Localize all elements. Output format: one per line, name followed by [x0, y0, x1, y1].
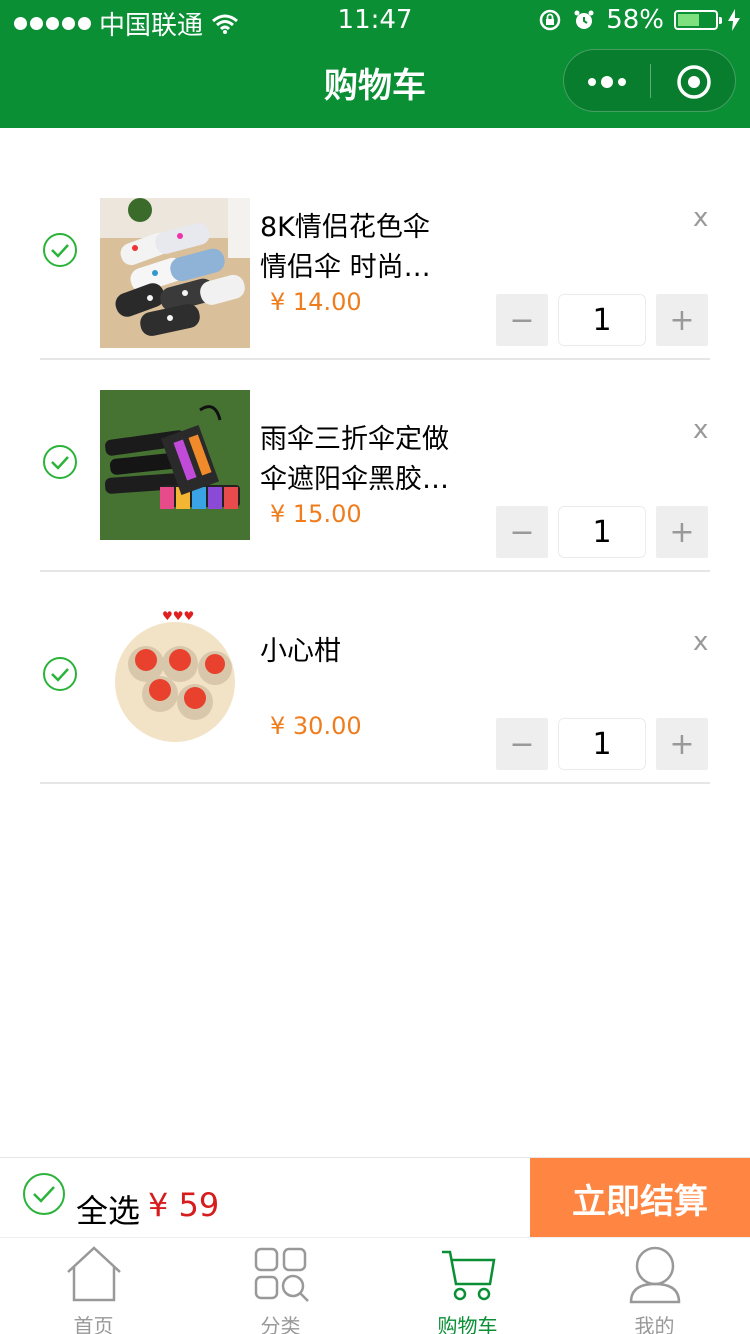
tab-label: 购物车: [437, 1314, 498, 1334]
more-button[interactable]: [564, 50, 650, 113]
increase-button[interactable]: +: [656, 718, 708, 770]
decrease-button[interactable]: −: [496, 506, 548, 558]
tab-home[interactable]: 首页: [0, 1238, 187, 1334]
product-price: ¥ 30.00: [270, 712, 362, 740]
quantity-stepper: − 1 +: [496, 294, 708, 346]
select-all-label[interactable]: 全选: [76, 1186, 140, 1232]
target-close-icon: [677, 64, 711, 99]
tab-bar: 首页 分类 购物车 我的: [0, 1237, 750, 1334]
product-title[interactable]: 小心柑: [260, 632, 460, 672]
quantity-stepper: − 1 +: [496, 506, 708, 558]
quantity-input[interactable]: 1: [558, 294, 646, 346]
mini-program-capsule: [563, 49, 736, 112]
close-miniprogram-button[interactable]: [651, 50, 737, 113]
more-dot-icon: [601, 75, 613, 88]
remove-item-button[interactable]: x: [693, 627, 708, 657]
tab-profile[interactable]: 我的: [561, 1238, 748, 1334]
product-image[interactable]: [100, 198, 250, 348]
status-bar: 中国联通 11:47 58%: [0, 0, 750, 41]
cart-item: ♥♥♥ 小心柑 ¥ 30.00 x − 1 +: [40, 572, 710, 784]
tab-label: 分类: [260, 1314, 301, 1334]
checkout-bar: 全选 ¥ 59 立即结算: [0, 1157, 750, 1238]
total-price: ¥ 59: [148, 1186, 220, 1224]
tab-category[interactable]: 分类: [187, 1238, 374, 1334]
cart-item: 8K情侣花色伞 情侣伞 时尚… ¥ 14.00 x − 1 +: [40, 148, 710, 360]
nav-bar: 购物车: [0, 40, 750, 128]
more-dot-icon: [618, 77, 626, 86]
checked-circle-icon[interactable]: [42, 656, 78, 692]
battery-icon: [674, 10, 722, 30]
user-icon: [629, 1246, 680, 1304]
checkout-button[interactable]: 立即结算: [530, 1158, 750, 1238]
battery-percent: 58%: [606, 5, 664, 35]
increase-button[interactable]: +: [656, 294, 708, 346]
product-image[interactable]: ♥♥♥: [100, 602, 250, 752]
remove-item-button[interactable]: x: [693, 203, 708, 233]
product-price: ¥ 14.00: [270, 288, 362, 316]
checked-circle-icon[interactable]: [42, 232, 78, 268]
checked-circle-icon[interactable]: [42, 444, 78, 480]
decrease-button[interactable]: −: [496, 718, 548, 770]
charging-icon: [728, 9, 740, 31]
alarm-icon: [574, 10, 594, 29]
status-right: 58%: [538, 5, 740, 35]
category-icon: [254, 1247, 309, 1302]
select-all-checkbox[interactable]: [22, 1172, 66, 1216]
svg-text:♥♥♥: ♥♥♥: [162, 609, 194, 623]
product-price: ¥ 15.00: [270, 500, 362, 528]
home-icon: [66, 1246, 121, 1302]
quantity-input[interactable]: 1: [558, 718, 646, 770]
quantity-stepper: − 1 +: [496, 718, 708, 770]
cart-item: 雨伞三折伞定做 伞遮阳伞黑胶… ¥ 15.00 x − 1 +: [40, 360, 710, 572]
tab-label: 首页: [73, 1314, 114, 1334]
increase-button[interactable]: +: [656, 506, 708, 558]
quantity-input[interactable]: 1: [558, 506, 646, 558]
product-title[interactable]: 雨伞三折伞定做 伞遮阳伞黑胶…: [260, 420, 460, 500]
product-title[interactable]: 8K情侣花色伞 情侣伞 时尚…: [260, 208, 460, 288]
tab-label: 我的: [634, 1314, 675, 1334]
decrease-button[interactable]: −: [496, 294, 548, 346]
more-dot-icon: [588, 77, 596, 86]
tab-cart[interactable]: 购物车: [374, 1238, 561, 1334]
remove-item-button[interactable]: x: [693, 415, 708, 445]
rotation-lock-icon: [539, 9, 561, 31]
cart-icon: [441, 1250, 495, 1301]
product-image[interactable]: [100, 390, 250, 540]
